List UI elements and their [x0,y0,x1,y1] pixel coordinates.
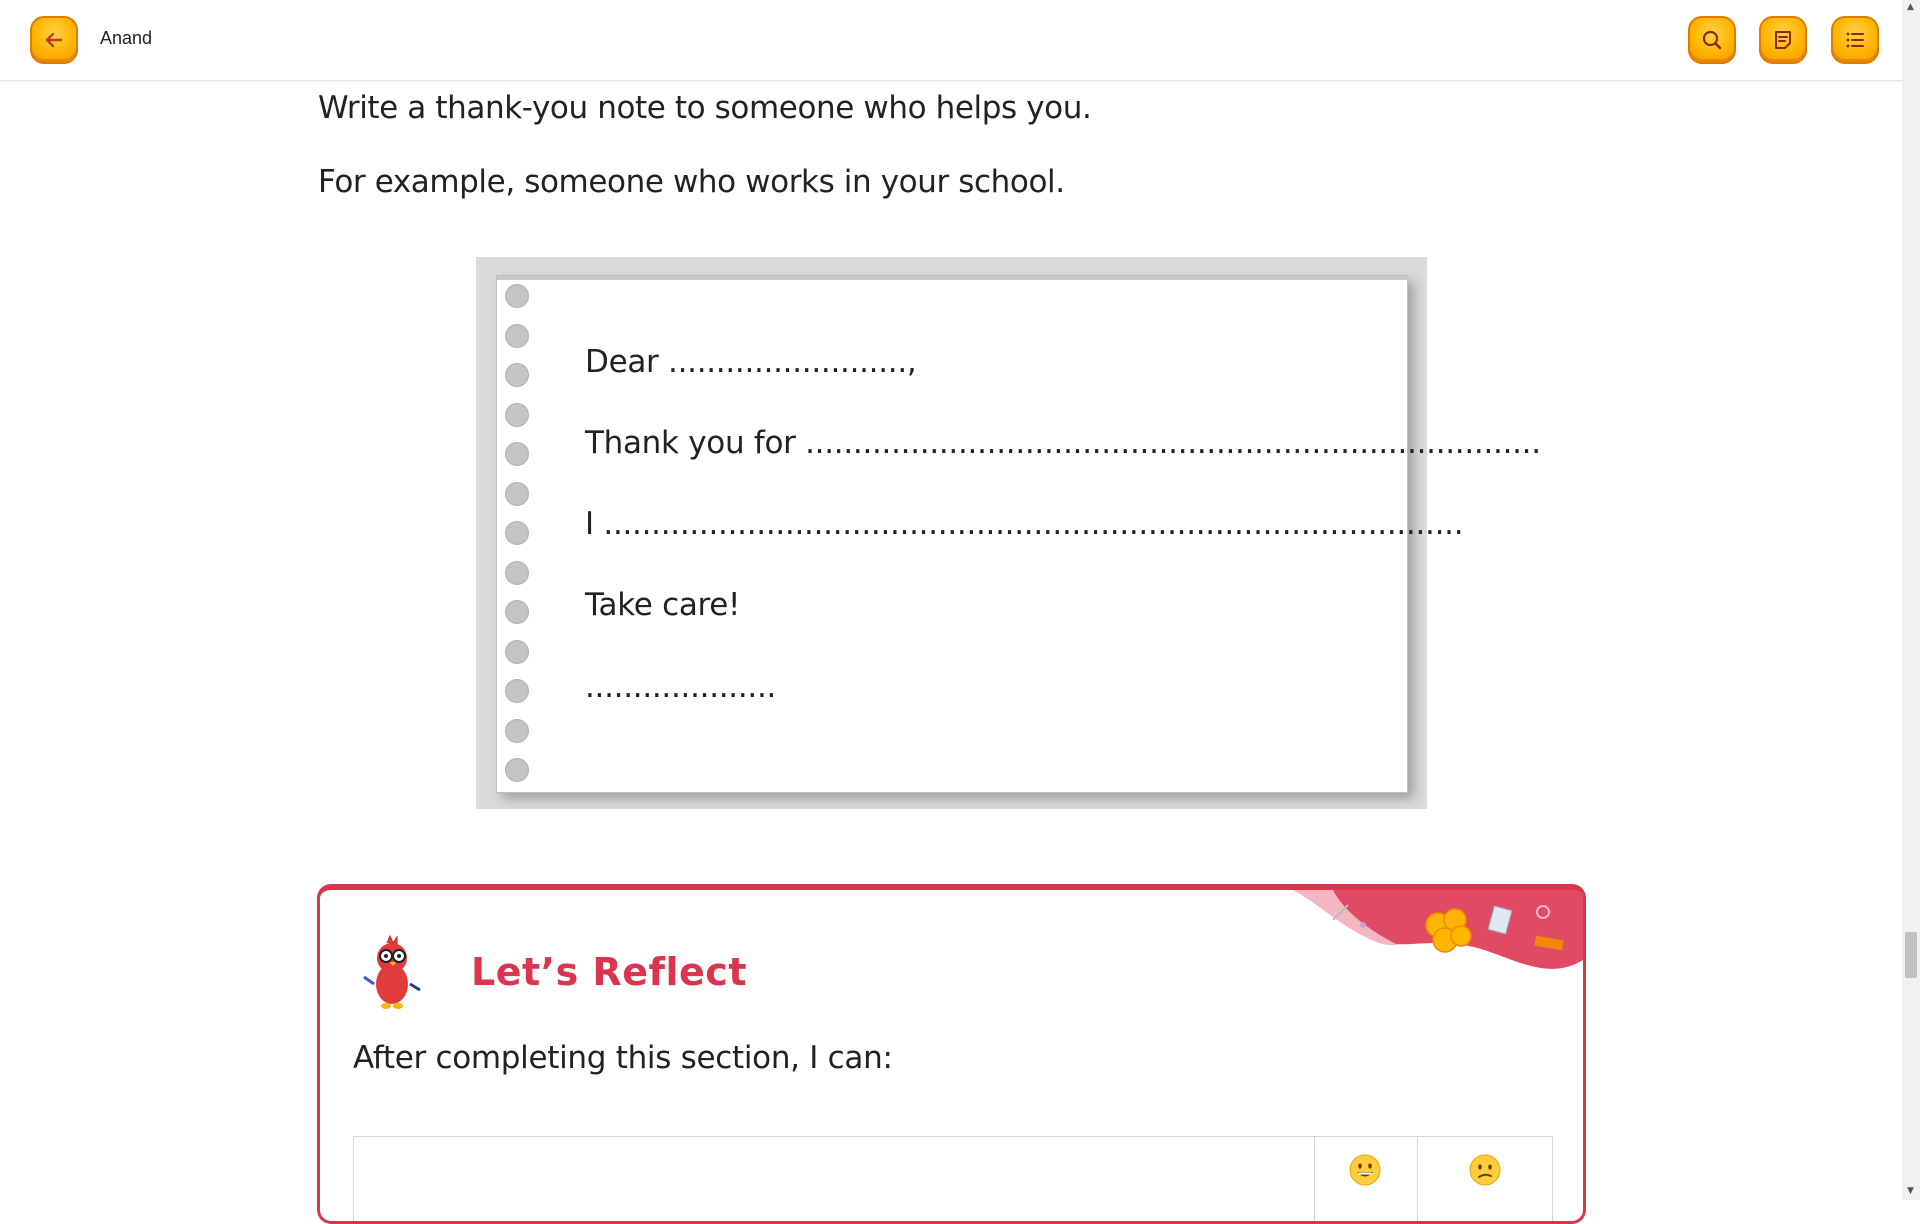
binder-hole [505,600,529,624]
grinning-face-emoji-icon [1349,1154,1381,1186]
confused-face-emoji-icon [1469,1154,1501,1186]
notes-button[interactable] [1759,16,1807,64]
search-button[interactable] [1688,16,1736,64]
reflect-table [353,1136,1553,1221]
binder-hole [505,363,529,387]
lets-reflect-card: Let’s Reflect After completing this sect… [317,884,1586,1224]
note-body-line: I ......................................… [585,506,1464,542]
back-button[interactable] [30,16,78,64]
instruction-text: Write a thank-you note to someone who he… [318,90,1092,126]
binder-hole [505,679,529,703]
note-greeting-line: Dear ........................., [585,344,917,380]
binder-hole [505,482,529,506]
binder-hole [505,284,529,308]
thank-you-note-image: Dear ........................., Thank yo… [476,257,1541,809]
scrollbar-thumb[interactable] [1905,932,1917,978]
scroll-down-arrow-icon[interactable]: ▼ [1907,1186,1914,1196]
search-icon [1702,30,1722,50]
menu-button[interactable] [1831,16,1879,64]
note-thanks-line: Thank you for ..........................… [585,425,1541,461]
reflect-title: Let’s Reflect [471,950,747,994]
note-paper: Dear ........................., Thank yo… [496,275,1541,793]
page-scrollbar[interactable]: ▲ ▼ [1902,0,1920,1200]
scroll-up-arrow-icon[interactable]: ▲ [1907,2,1914,12]
binder-hole [505,324,529,348]
table-column-divider [1417,1137,1418,1221]
note-closing-line: Take care! [585,587,741,623]
table-column-divider [1314,1137,1315,1221]
reflect-subtitle: After completing this section, I can: [353,1040,893,1076]
parrot-mascot-icon [363,934,421,1009]
note-top-edge [497,276,1407,280]
user-name: Anand [100,28,153,48]
binder-hole [505,640,529,664]
top-bar: Anand [0,0,1902,81]
binder-hole [505,521,529,545]
notes-icon [1775,31,1791,49]
binder-hole [505,403,529,427]
binder-hole [505,758,529,782]
menu-list-icon [1846,32,1864,48]
binder-hole [505,561,529,585]
binder-hole [505,442,529,466]
arrow-left-icon [45,32,63,48]
binder-hole [505,719,529,743]
reflect-decoration-icon [1293,890,1583,969]
example-text: For example, someone who works in your s… [318,164,1065,200]
note-signature-line: .................... [585,669,777,705]
